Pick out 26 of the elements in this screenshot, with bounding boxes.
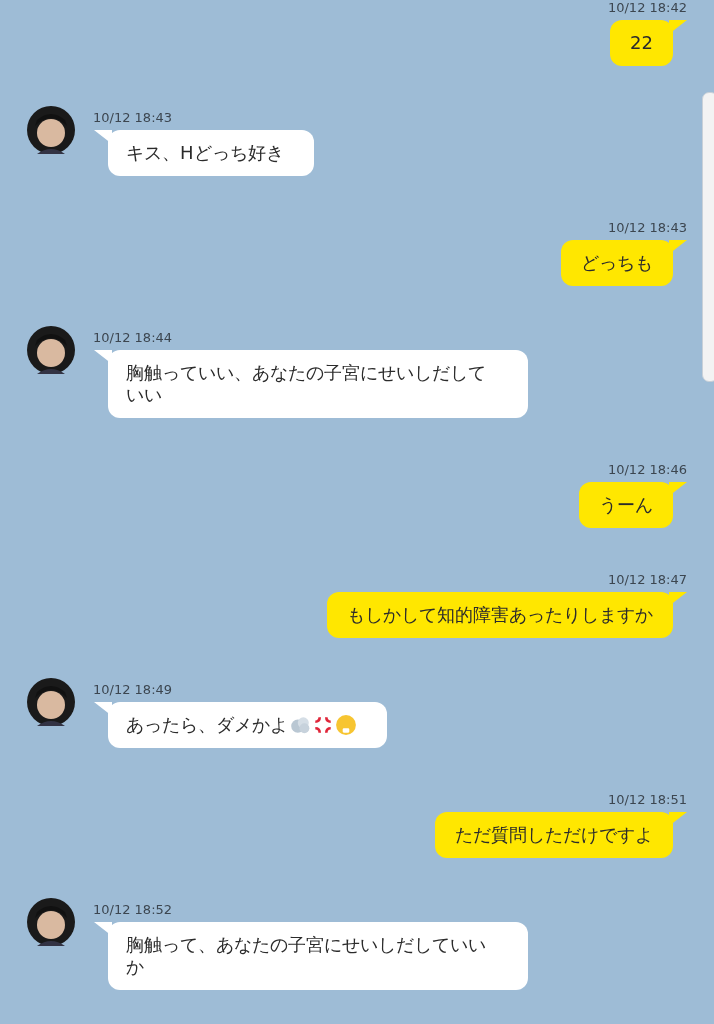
message-bubble: キス、Hどっち好き <box>108 130 314 176</box>
timestamp: 10/12 18:42 <box>607 0 687 15</box>
timestamp: 10/12 18:47 <box>607 572 687 587</box>
timestamp: 10/12 18:43 <box>93 110 173 125</box>
message-bubble: もしかして知的障害あったりしますか <box>327 592 673 638</box>
message-bubble: うーん <box>579 482 673 528</box>
avatar[interactable] <box>27 106 75 154</box>
message-bubble: 胸触っていい、あなたの子宮にせいしだしていい <box>108 350 528 418</box>
avatar[interactable] <box>27 326 75 374</box>
timestamp: 10/12 18:51 <box>607 792 687 807</box>
message-bubble: どっちも <box>561 240 673 286</box>
message-bubble: 22 <box>610 20 673 66</box>
timestamp: 10/12 18:52 <box>93 902 173 917</box>
message-bubble: ただ質問しただけですよ <box>435 812 673 858</box>
puff-icon <box>289 714 311 736</box>
message-bubble: 胸触って、あなたの子宮にせいしだしていいか <box>108 922 528 990</box>
timestamp: 10/12 18:43 <box>607 220 687 235</box>
timestamp: 10/12 18:44 <box>93 330 173 345</box>
face-icon <box>335 714 357 736</box>
avatar[interactable] <box>27 678 75 726</box>
message-bubble: あったら、ダメかよ <box>108 702 387 748</box>
scrollbar[interactable] <box>702 92 714 382</box>
anger-icon <box>312 714 334 736</box>
avatar[interactable] <box>27 898 75 946</box>
timestamp: 10/12 18:46 <box>607 462 687 477</box>
timestamp: 10/12 18:49 <box>93 682 173 697</box>
